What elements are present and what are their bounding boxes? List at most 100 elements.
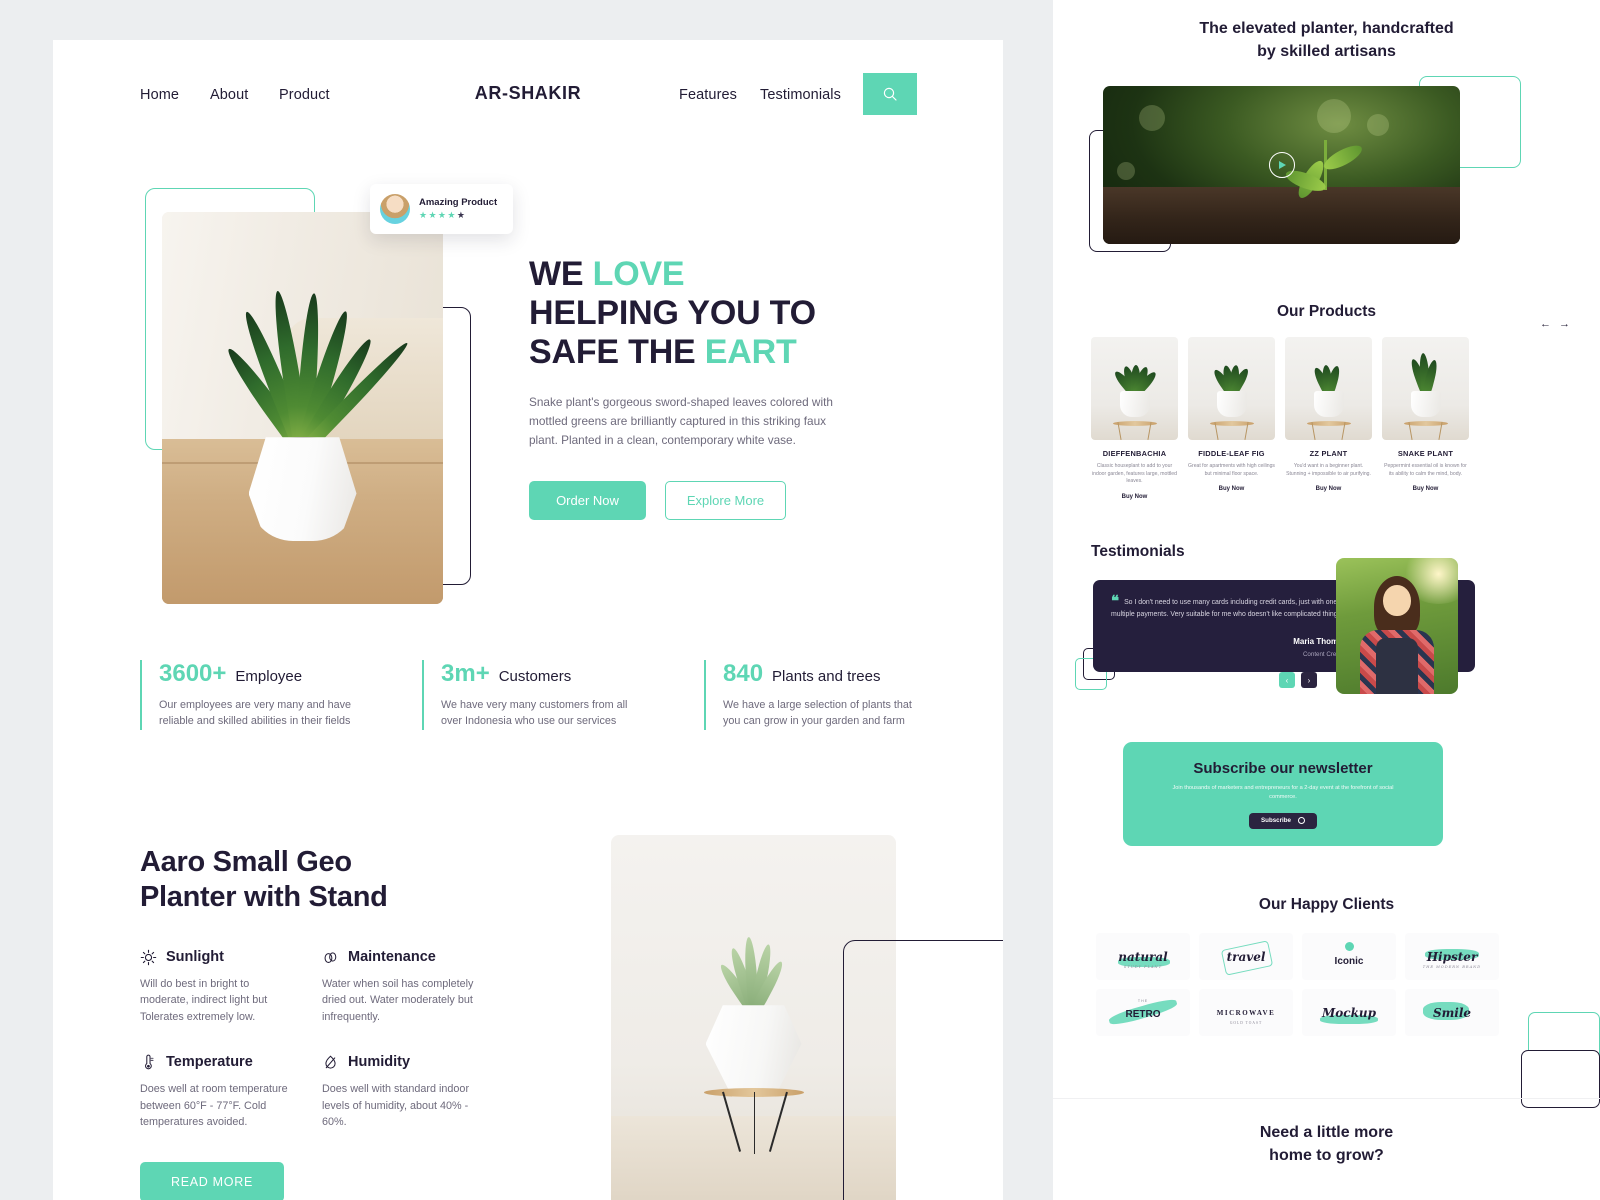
review-badge-card: Amazing Product ★★★★★ [370, 184, 513, 234]
product-image [1285, 337, 1372, 440]
buy-now-link[interactable]: Buy Now [1285, 486, 1372, 492]
star-rating: ★★★★★ [419, 210, 467, 220]
clients-grid: natural STUDY PLANT travel Iconic Hipste… [1096, 933, 1499, 1036]
client-logo: Smile [1405, 989, 1499, 1036]
product-name: ZZ PLANT [1309, 449, 1348, 458]
product-description: Classic houseplant to add to your indoor… [1092, 463, 1177, 485]
screenshot-canvas: Home About Product AR-SHAKIR Features Te… [0, 0, 1600, 1200]
client-logo: Iconic [1302, 933, 1396, 980]
clients-title: Our Happy Clients [1258, 896, 1395, 913]
stat-item-plants: 840 Plants and trees We have a large sel… [704, 660, 986, 730]
testimonial-carousel-controls: ‹ › [1279, 672, 1317, 688]
buy-now-link[interactable]: Buy Now [1382, 486, 1469, 492]
right-headline-line1: The elevated planter, handcrafted [1199, 20, 1454, 37]
product-features-grid: Sunlight Will do best in bright to moder… [140, 949, 510, 1131]
hero-heading-line3-b: EART [704, 332, 797, 371]
product-description: Great for apartments with high ceilings … [1188, 463, 1275, 477]
product-card[interactable]: DIEFFENBACHIA Classic houseplant to add … [1091, 337, 1178, 500]
feature-title: Sunlight [166, 949, 224, 966]
nav-link-features[interactable]: Features [679, 87, 737, 103]
stat-description: We have a large selection of plants that… [723, 699, 912, 728]
order-now-button[interactable]: Order Now [529, 480, 646, 520]
top-navigation: Home About Product AR-SHAKIR Features Te… [53, 40, 1003, 155]
nav-link-testimonials[interactable]: Testimonials [760, 87, 841, 103]
hero-actions: Order Now Explore More [529, 480, 929, 520]
review-title: Amazing Product [419, 197, 498, 208]
stat-number: 3m+ [441, 660, 490, 687]
search-icon [883, 87, 897, 101]
product-detail-section: Aaro Small Geo Planter with Stand Sunlig… [140, 845, 510, 1200]
right-page: The elevated planter, handcrafted by ski… [1053, 0, 1600, 1200]
product-card[interactable]: FIDDLE-LEAF FIG Great for apartments wit… [1188, 337, 1275, 500]
client-logo: travel [1199, 933, 1293, 980]
explore-more-button[interactable]: Explore More [665, 480, 786, 520]
play-button[interactable] [1268, 152, 1295, 178]
products-prev-arrow[interactable]: ← [1540, 318, 1551, 330]
stats-row: 3600+ Employee Our employees are very ma… [140, 660, 986, 730]
client-logo: natural STUDY PLANT [1096, 933, 1190, 980]
quote-icon: ❝ [1111, 593, 1119, 610]
product-detail-title: Aaro Small Geo Planter with Stand [140, 845, 510, 915]
client-subtitle: GOLD TOAST [1229, 1021, 1263, 1025]
feature-description: Does well at room temperature between 60… [140, 1082, 288, 1129]
newsletter-card: Subscribe our newsletter Join thousands … [1123, 742, 1443, 846]
humidity-icon [325, 1055, 336, 1069]
product-image [1382, 337, 1469, 440]
buy-now-link[interactable]: Buy Now [1091, 494, 1178, 500]
product-image [1091, 337, 1178, 440]
products-next-arrow[interactable]: → [1559, 318, 1570, 330]
succulent-foliage [699, 921, 809, 1017]
hero-plant-image [162, 212, 443, 604]
cta-decor-frame-dark [1521, 1050, 1600, 1108]
client-name: Mockup [1321, 1005, 1377, 1020]
subscribe-label: Subscribe [1261, 817, 1291, 825]
product-title-line1: Aaro Small Geo [140, 846, 352, 878]
our-products-title: Our Products [1276, 303, 1377, 320]
page-title: WE LOVE HELPING YOU TO SAFE THE EART [529, 255, 929, 371]
buy-now-link[interactable]: Buy Now [1188, 486, 1275, 492]
testimonial-photo [1336, 558, 1458, 694]
stat-number: 3600+ [159, 660, 227, 687]
hero-heading-line3-a: SAFE THE [529, 332, 705, 371]
divider [1053, 1098, 1600, 1099]
product-decor-frame-dark [843, 940, 1003, 1200]
testimonial-prev-button[interactable]: ‹ [1279, 672, 1295, 688]
product-name: FIDDLE-LEAF FIG [1198, 449, 1265, 458]
video-thumbnail[interactable] [1103, 86, 1460, 244]
products-carousel-controls: ← → [1540, 318, 1570, 330]
testimonial-next-button[interactable]: › [1301, 672, 1317, 688]
client-subtitle: THE [1137, 999, 1149, 1003]
client-name: natural [1118, 949, 1168, 964]
stat-label: Employee [235, 668, 303, 685]
play-icon [1279, 161, 1286, 169]
sun-icon [140, 949, 157, 965]
product-name: DIEFFENBACHIA [1102, 449, 1167, 458]
thermometer-icon [145, 1054, 154, 1070]
brand-logo[interactable]: AR-SHAKIR [53, 83, 1003, 104]
product-name: SNAKE PLANT [1397, 449, 1454, 458]
search-button[interactable] [863, 73, 917, 115]
product-card[interactable]: ZZ PLANT You'd want in a beginner plant.… [1285, 337, 1372, 500]
feature-temperature: Temperature Does well at room temperatur… [140, 1054, 322, 1131]
read-more-button[interactable]: READ MORE [140, 1162, 284, 1200]
product-card[interactable]: SNAKE PLANT Peppermint essential oil is … [1382, 337, 1469, 500]
client-name: MICROWAVE [1216, 1008, 1276, 1017]
subscribe-button[interactable]: Subscribe [1249, 812, 1317, 829]
right-headline-line2: by skilled artisans [1257, 42, 1396, 60]
feature-title: Maintenance [348, 949, 436, 966]
arrow-circle-icon [1297, 817, 1305, 825]
client-name: RETRO [1125, 1009, 1161, 1020]
feature-title: Temperature [166, 1054, 253, 1071]
client-name: Smile [1432, 1005, 1472, 1020]
feature-maintenance: Maintenance Water when soil has complete… [322, 949, 504, 1026]
client-name: Hipster [1426, 949, 1478, 964]
stat-description: We have very many customers from all ove… [441, 699, 628, 728]
stat-label: Customers [498, 668, 572, 685]
stat-item-customers: 3m+ Customers We have very many customer… [422, 660, 704, 730]
droplet-icon [324, 951, 337, 963]
feature-title: Humidity [348, 1054, 411, 1071]
client-logo: Hipster THE MODERN BRAND [1405, 933, 1499, 980]
avatar [380, 194, 410, 224]
stat-item-employee: 3600+ Employee Our employees are very ma… [140, 660, 422, 730]
client-logo: Mockup [1302, 989, 1396, 1036]
